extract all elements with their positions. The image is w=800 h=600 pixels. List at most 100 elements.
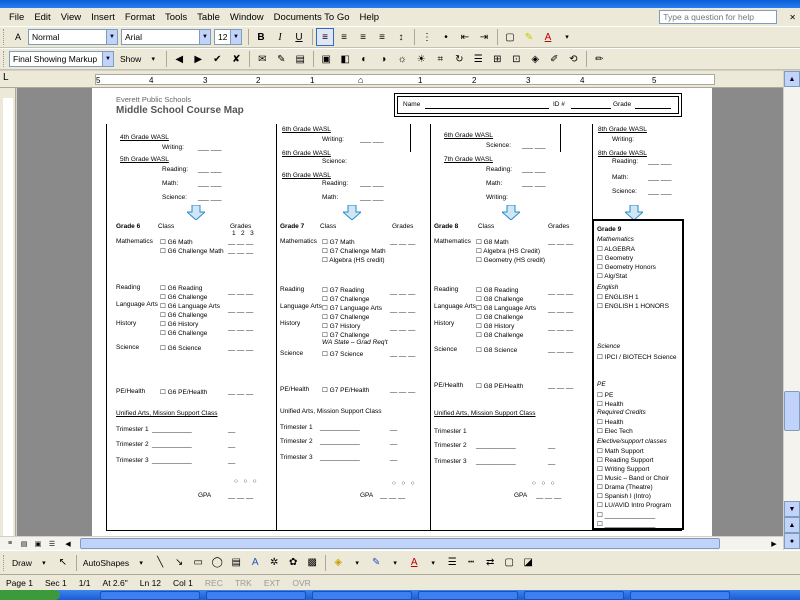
- rotate-icon[interactable]: ↻: [450, 50, 468, 68]
- compress-icon[interactable]: ⊞: [488, 50, 506, 68]
- trimester-blank[interactable]: ___________: [152, 441, 192, 448]
- class-checkbox[interactable]: ☐ G7 Language Arts: [322, 304, 382, 312]
- scroll-down-icon[interactable]: ▼: [784, 501, 800, 517]
- chevron-down-icon[interactable]: ▾: [348, 554, 366, 572]
- chevron-down-icon[interactable]: ▼: [102, 52, 113, 66]
- more-contrast-icon[interactable]: ◐: [355, 50, 373, 68]
- class-checkbox[interactable]: ☐ ALGEBRA: [597, 245, 635, 253]
- taskbar-item[interactable]: [100, 591, 200, 600]
- class-checkbox[interactable]: ☐ G6 Language Arts: [160, 302, 220, 310]
- grade-blank[interactable]: __ __ __: [228, 288, 253, 295]
- numbering-icon[interactable]: ⋮: [418, 28, 436, 46]
- gpa-blank[interactable]: __ __ __: [536, 492, 561, 499]
- dash-style-icon[interactable]: ┅: [462, 554, 480, 572]
- class-checkbox[interactable]: ☐ G7 Challenge: [322, 313, 369, 321]
- class-checkbox[interactable]: ☐ IPCI / BIOTECH Science: [597, 353, 677, 361]
- style-combo[interactable]: Normal ▼: [28, 29, 118, 45]
- chevron-down-icon[interactable]: ▾: [386, 554, 404, 572]
- diagram-icon[interactable]: ✲: [265, 554, 283, 572]
- class-checkbox[interactable]: ☐ G6 Challenge: [160, 311, 207, 319]
- taskbar-item[interactable]: [418, 591, 518, 600]
- gpa-blank[interactable]: __ __ __: [228, 492, 253, 499]
- taskbar-item[interactable]: [630, 591, 730, 600]
- chevron-down-icon[interactable]: ▾: [424, 554, 442, 572]
- chevron-down-icon[interactable]: ▼: [106, 30, 117, 44]
- menu-insert[interactable]: Insert: [86, 12, 120, 23]
- grade-blank[interactable]: __: [228, 426, 235, 433]
- class-checkbox[interactable]: ☐ G7 Reading: [322, 286, 364, 294]
- class-checkbox[interactable]: ☐ Math Support: [597, 447, 644, 455]
- grade-blank[interactable]: __ __ __: [548, 288, 573, 295]
- image-control-icon[interactable]: ◧: [336, 50, 354, 68]
- shadow-style-icon[interactable]: ▢: [500, 554, 518, 572]
- toolbar-grip[interactable]: [3, 51, 6, 67]
- class-checkbox[interactable]: ☐ Music – Band or Choir: [597, 474, 669, 482]
- class-checkbox[interactable]: ☐ G7 Challenge Math: [322, 247, 386, 255]
- score-blank[interactable]: ___ ___: [522, 142, 546, 149]
- toolbar-grip[interactable]: [3, 29, 6, 45]
- trimester-blank[interactable]: ___________: [476, 442, 516, 449]
- class-checkbox[interactable]: ☐ Algebra (HS credit): [322, 256, 385, 264]
- name-line[interactable]: [425, 108, 549, 109]
- document-area[interactable]: Everett Public Schools Middle School Cou…: [17, 88, 783, 550]
- next-change-icon[interactable]: ▶: [189, 50, 207, 68]
- chevron-down-icon[interactable]: ▾: [144, 50, 162, 68]
- menu-file[interactable]: File: [4, 12, 29, 23]
- underline-icon[interactable]: U: [290, 28, 308, 46]
- bullets-icon[interactable]: •: [437, 28, 455, 46]
- grade-blank[interactable]: __ __ __: [228, 324, 253, 331]
- score-blank[interactable]: ___ ___: [648, 158, 672, 165]
- scroll-right-icon[interactable]: ▶: [768, 538, 780, 549]
- class-checkbox[interactable]: ☐ Geometry: [597, 254, 633, 262]
- score-blank[interactable]: ___ ___: [198, 194, 222, 201]
- score-blank[interactable]: ___ ___: [648, 188, 672, 195]
- grade-blank[interactable]: __ __ __: [390, 324, 415, 331]
- score-blank[interactable]: ___ ___: [198, 144, 222, 151]
- tab-selector-icon[interactable]: L: [3, 72, 9, 83]
- web-view-icon[interactable]: ▤: [18, 538, 30, 549]
- outline-view-icon[interactable]: ☰: [46, 538, 58, 549]
- reviewing-pane-icon[interactable]: ▤: [291, 50, 309, 68]
- bold-icon[interactable]: B: [252, 28, 270, 46]
- class-checkbox[interactable]: ☐ G8 Reading: [476, 286, 518, 294]
- class-checkbox[interactable]: ☐ G7 Math: [322, 238, 355, 246]
- grade-blank[interactable]: __ __ __: [548, 306, 573, 313]
- insert-comment-icon[interactable]: ✉: [253, 50, 271, 68]
- class-checkbox[interactable]: ☐ Geometry (HS credit): [476, 256, 545, 264]
- status-ovr[interactable]: OVR: [286, 578, 316, 588]
- less-brightness-icon[interactable]: ☀: [412, 50, 430, 68]
- text-wrapping-icon[interactable]: ⊡: [507, 50, 525, 68]
- insert-picture-icon[interactable]: ▩: [303, 554, 321, 572]
- menu-view[interactable]: View: [56, 12, 86, 23]
- increase-indent-icon[interactable]: ⇥: [475, 28, 493, 46]
- decrease-indent-icon[interactable]: ⇤: [456, 28, 474, 46]
- chevron-down-icon[interactable]: ▾: [132, 554, 150, 572]
- class-checkbox[interactable]: ☐ Alg/Stat: [597, 272, 627, 280]
- class-checkbox[interactable]: ☐ Writing Support: [597, 465, 649, 473]
- more-brightness-icon[interactable]: ☼: [393, 50, 411, 68]
- select-objects-icon[interactable]: ↖: [54, 554, 72, 572]
- grade-blank[interactable]: __ __ __: [228, 388, 253, 395]
- trimester-blank[interactable]: ___________: [476, 458, 516, 465]
- markup-display-combo[interactable]: Final Showing Markup ▼: [9, 51, 114, 67]
- grade-blank[interactable]: __ __ __: [548, 324, 573, 331]
- vertical-ruler[interactable]: [0, 88, 16, 550]
- horizontal-ruler[interactable]: L 5 4 3 2 1 ⌂ 1 2 3 4 5: [0, 71, 800, 88]
- highlight-icon[interactable]: ✎: [520, 28, 538, 46]
- trimester-blank[interactable]: ___________: [320, 438, 360, 445]
- score-blank[interactable]: ___ ___: [198, 166, 222, 173]
- class-checkbox[interactable]: ☐ G8 History: [476, 322, 514, 330]
- grade-blank[interactable]: __: [390, 424, 397, 431]
- class-checkbox[interactable]: ☐ Geometry Honors: [597, 263, 656, 271]
- taskbar-item[interactable]: [524, 591, 624, 600]
- horizontal-scrollbar[interactable]: ≡ ▤ ▣ ☰ ◀ ▶: [0, 536, 783, 550]
- class-checkbox[interactable]: ☐ G7 PE/Health: [322, 386, 369, 394]
- grade-blank[interactable]: __ __ __: [228, 344, 253, 351]
- menu-documents-to-go[interactable]: Documents To Go: [269, 12, 355, 23]
- window-title-bar[interactable]: [0, 0, 800, 8]
- menu-edit[interactable]: Edit: [29, 12, 55, 23]
- arrow-style-icon[interactable]: ⇄: [481, 554, 499, 572]
- class-checkbox[interactable]: ☐ PE: [597, 391, 613, 399]
- class-checkbox[interactable]: ☐ Health: [597, 400, 623, 408]
- menu-help[interactable]: Help: [355, 12, 385, 23]
